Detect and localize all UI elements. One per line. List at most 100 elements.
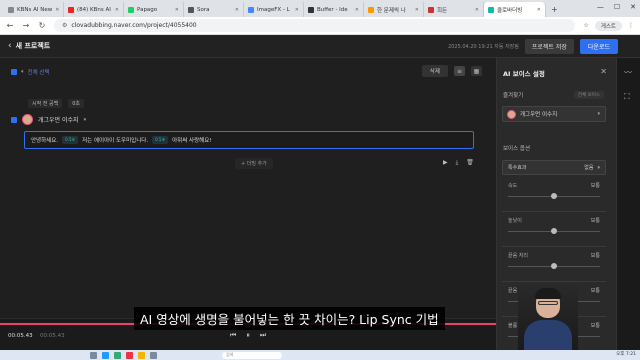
close-window-icon[interactable]: ✕ xyxy=(630,3,636,11)
waveform-icon[interactable]: 〰 xyxy=(624,67,632,78)
voice-select[interactable]: 개그우먼 이수지 ▾ xyxy=(502,106,606,122)
silence-value[interactable]: 0초 xyxy=(68,99,84,108)
close-icon[interactable]: ✕ xyxy=(115,7,119,13)
header-actions: 2025.04.20 19:21 자동 저장됨 프로젝트 저장 다운로드 xyxy=(448,38,640,54)
start-icon[interactable] xyxy=(90,351,97,359)
slider-knob[interactable] xyxy=(551,263,557,269)
chevron-down-icon[interactable]: ▾ xyxy=(21,69,24,75)
pause-icon[interactable]: ⏸ xyxy=(246,331,250,340)
close-icon[interactable]: ✕ xyxy=(415,7,419,13)
clovadubbing-icon xyxy=(488,6,494,13)
avatar xyxy=(22,114,33,125)
play-icon[interactable]: ▶ xyxy=(443,159,448,167)
site-info-icon[interactable]: ⚙ xyxy=(62,22,67,29)
browser-tab[interactable]: 한 문제씩 나 ✕ xyxy=(364,2,424,17)
app-icon[interactable] xyxy=(114,351,121,359)
chevron-down-icon: ▾ xyxy=(597,164,600,171)
delete-button[interactable]: 삭제 xyxy=(421,65,448,77)
slider-knob[interactable] xyxy=(551,193,557,199)
close-icon[interactable]: ✕ xyxy=(55,7,59,13)
list-view-icon[interactable]: ≡ xyxy=(454,66,465,76)
select-all-row: ▾ 전체 선택 xyxy=(11,68,50,76)
menu-icon[interactable]: ⋮ xyxy=(628,22,634,29)
slider-value: 보통 xyxy=(590,288,600,294)
grid-view-icon[interactable]: ▦ xyxy=(471,66,482,76)
browser-tab-strip: KBNs AI New ✕ (84) KBns AI ✕ Papago ✕ Sora ✕… xyxy=(0,0,640,17)
project-title[interactable]: 새 프로젝트 xyxy=(16,41,51,51)
url-field[interactable]: ⚙ clovadubbing.naver.com/project/4055400 xyxy=(54,19,576,32)
profile-button[interactable]: 게스트 xyxy=(594,20,622,31)
skip-back-icon[interactable]: ⏮ xyxy=(230,331,236,340)
address-bar: ← → ↻ ⚙ clovadubbing.naver.com/project/4… xyxy=(0,17,640,35)
save-project-button[interactable]: 프로젝트 저장 xyxy=(524,38,574,54)
browser-tab[interactable]: Buffer - Ide ✕ xyxy=(304,2,364,17)
effect-select[interactable]: 특수효과 없음 ▾ xyxy=(502,160,606,175)
right-toolstrip: 〰 ⛶ xyxy=(616,58,640,360)
browser-tab[interactable]: KBNs AI New ✕ xyxy=(4,2,64,17)
playback-controls: ⏮ ⏸ ⏭ xyxy=(230,331,266,340)
imagefx-icon xyxy=(248,6,254,13)
explorer-icon[interactable] xyxy=(102,351,109,359)
download-button[interactable]: 다운로드 xyxy=(579,38,618,54)
app-icon[interactable] xyxy=(150,351,157,359)
voice-name: 개그우먼 이수지 xyxy=(520,112,558,118)
effect-value: 없음 xyxy=(584,165,594,171)
close-icon[interactable]: ✕ xyxy=(355,7,359,13)
star-icon[interactable]: ☆ xyxy=(583,22,588,29)
voice-slider[interactable]: 속도 보통 xyxy=(502,178,606,212)
slider-knob[interactable] xyxy=(551,228,557,234)
voice-slider[interactable]: 끝음 처리 보통 xyxy=(502,248,606,282)
browser-tab[interactable]: (84) KBns AI ✕ xyxy=(64,2,124,17)
text-segment[interactable]: 안녕하세요. xyxy=(31,136,58,144)
forward-icon[interactable]: → xyxy=(22,21,30,30)
pause-tag[interactable]: 0.5초 xyxy=(152,136,169,144)
close-icon[interactable]: ✕ xyxy=(175,7,179,13)
browser-tab[interactable]: Sora ✕ xyxy=(184,2,244,17)
close-icon[interactable]: ✕ xyxy=(537,7,541,13)
close-icon[interactable]: ✕ xyxy=(295,7,299,13)
text-segment[interactable]: 아뮈써 사랑해요! xyxy=(172,136,211,144)
back-icon[interactable]: ← xyxy=(6,21,14,30)
close-icon[interactable]: ✕ xyxy=(475,7,479,13)
close-icon[interactable]: ✕ xyxy=(235,7,239,13)
dubbing-editor: ▾ 전체 선택 삭제 ≡ ▦ 시작 전 공백 0초 개그우먼 이수지 ▾ 안녕하… xyxy=(0,58,496,318)
select-all-label[interactable]: 전체 선택 xyxy=(28,68,50,76)
speaker-name[interactable]: 개그우먼 이수지 xyxy=(38,115,79,124)
browser-tab[interactable]: ImageFX - L ✕ xyxy=(244,2,304,17)
autosave-status: 2025.04.20 19:21 자동 저장됨 xyxy=(448,43,519,50)
youtube-icon xyxy=(68,6,74,13)
add-dubbing-button[interactable]: + 더빙 추가 xyxy=(235,158,273,169)
voice-slider[interactable]: 높낮이 보통 xyxy=(502,213,606,247)
avatar xyxy=(507,109,516,119)
taskbar-search[interactable]: 검색 xyxy=(222,351,282,359)
browser-tab-active[interactable]: 클로바더빙 ✕ xyxy=(484,2,546,17)
dubbing-text-field[interactable]: 안녕하세요. 0.5초 저는 에이아이 도우미입니다. 0.5초 아뮈써 사랑해… xyxy=(24,131,474,149)
pause-tag[interactable]: 0.5초 xyxy=(62,136,79,144)
trash-icon[interactable]: 🗑 xyxy=(466,159,474,167)
expand-icon[interactable]: ⛶ xyxy=(624,92,630,102)
reload-icon[interactable]: ↻ xyxy=(38,21,46,30)
new-tab-button[interactable]: + xyxy=(546,2,563,17)
select-all-checkbox[interactable] xyxy=(11,69,17,75)
row-checkbox[interactable] xyxy=(11,116,17,123)
leading-silence: 시작 전 공백 0초 xyxy=(28,99,84,108)
close-icon[interactable]: ✕ xyxy=(600,67,607,76)
text-segment[interactable]: 저는 에이아이 도우미입니다. xyxy=(82,136,148,144)
minimize-icon[interactable]: — xyxy=(597,3,604,11)
browser-tab[interactable]: 희든 ✕ xyxy=(424,2,484,17)
chevron-down-icon[interactable]: ▾ xyxy=(84,117,87,123)
maximize-icon[interactable]: ☐ xyxy=(614,3,620,11)
presenter-glasses xyxy=(538,301,558,305)
clock: 오후 7:21 xyxy=(616,352,636,357)
chrome-icon[interactable] xyxy=(138,351,145,359)
taskbar: 검색 오후 7:21 xyxy=(0,350,640,360)
download-icon[interactable]: ⤓ xyxy=(456,159,459,167)
favorites-label: 즐겨찾기 xyxy=(503,93,524,99)
app-icon[interactable] xyxy=(126,351,133,359)
app-header: ‹ 새 프로젝트 2025.04.20 19:21 자동 저장됨 프로젝트 저장… xyxy=(0,35,640,58)
browser-tab[interactable]: Papago ✕ xyxy=(124,2,184,17)
back-icon[interactable]: ‹ xyxy=(8,41,12,51)
skip-forward-icon[interactable]: ⏭ xyxy=(260,331,266,340)
all-voices-button[interactable]: 전체 보이스 xyxy=(573,91,604,99)
presenter-hair xyxy=(535,288,561,299)
